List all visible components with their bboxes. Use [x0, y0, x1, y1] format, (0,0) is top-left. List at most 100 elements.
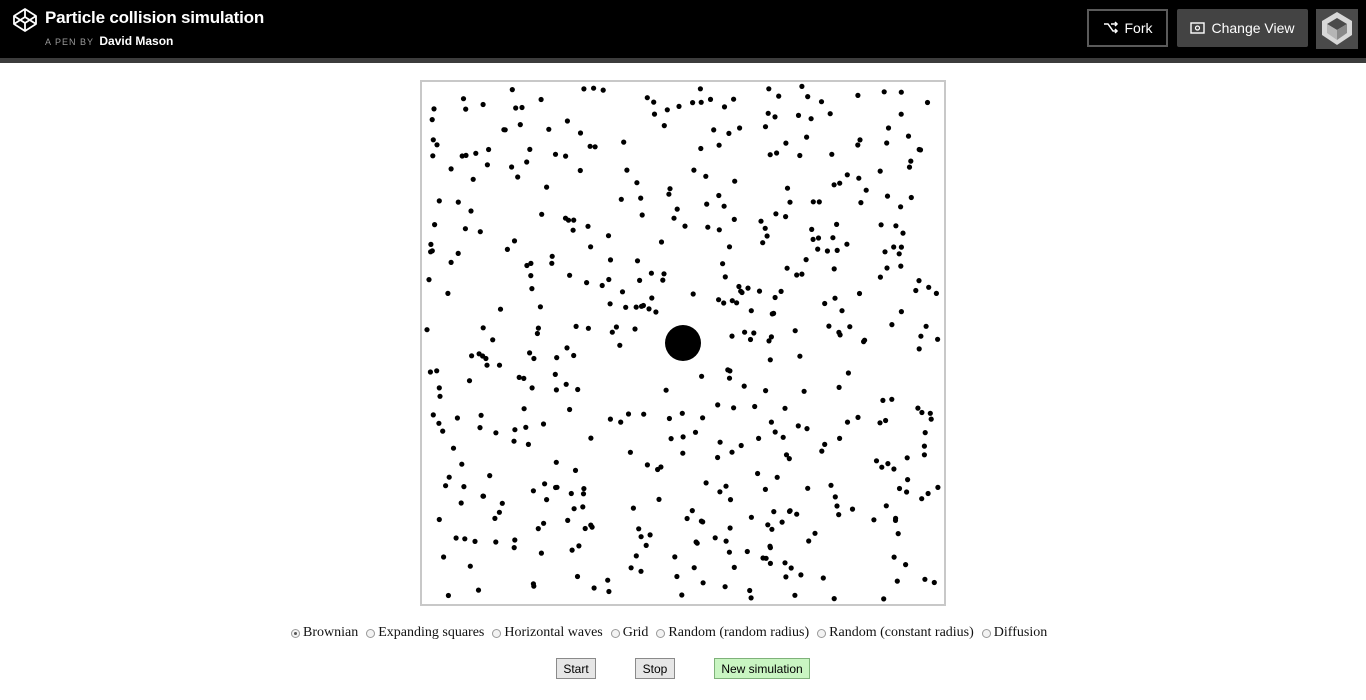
particle: [470, 176, 476, 182]
particle: [896, 251, 902, 257]
particle: [429, 248, 435, 254]
particle: [639, 212, 645, 218]
particle: [933, 290, 939, 296]
particle: [441, 554, 447, 560]
particle: [633, 304, 639, 310]
particle: [836, 384, 842, 390]
particle: [760, 240, 766, 246]
particle: [891, 244, 897, 250]
particle: [509, 164, 515, 170]
header: Particle collision simulation A PEN BY D…: [0, 0, 1366, 63]
particle: [769, 526, 775, 532]
particle: [908, 158, 914, 164]
particle: [467, 563, 473, 569]
stop-button[interactable]: Stop: [635, 658, 675, 679]
particle: [424, 327, 430, 333]
fork-button[interactable]: Fork: [1087, 9, 1168, 47]
particle: [553, 387, 559, 393]
mode-option[interactable]: Brownian: [291, 625, 358, 641]
particle: [871, 517, 877, 523]
change-view-button[interactable]: Change View: [1177, 9, 1308, 47]
pen-title: Particle collision simulation: [45, 8, 265, 27]
particle: [919, 409, 925, 416]
particle: [477, 425, 483, 431]
particle: [591, 85, 597, 91]
particle: [541, 520, 547, 526]
particle: [786, 456, 792, 462]
mode-option[interactable]: Horizontal waves: [492, 625, 603, 641]
particle: [736, 283, 742, 290]
mode-option[interactable]: Random (random radius): [656, 625, 809, 641]
mode-label: Brownian: [303, 625, 359, 640]
particle: [448, 166, 454, 172]
particle: [856, 175, 862, 181]
particle: [748, 308, 754, 314]
particle: [585, 325, 591, 331]
codepen-logo-icon[interactable]: [12, 7, 38, 33]
particle: [587, 143, 593, 149]
particle: [752, 403, 758, 410]
particle: [766, 338, 772, 344]
change-view-label: Change View: [1211, 20, 1295, 36]
mode-option[interactable]: Diffusion: [981, 625, 1047, 641]
particle: [496, 509, 502, 515]
start-button[interactable]: Start: [556, 658, 596, 679]
particle: [717, 489, 723, 495]
particle: [571, 217, 577, 223]
particle: [727, 497, 734, 503]
particle: [644, 462, 650, 468]
mode-radio[interactable]: [610, 628, 620, 638]
particle: [769, 311, 775, 317]
particle: [921, 443, 927, 449]
author-link[interactable]: David Mason: [99, 34, 173, 48]
mode-option[interactable]: Random (constant radius): [817, 625, 974, 641]
particle: [570, 227, 576, 233]
mode-radio[interactable]: [817, 628, 827, 638]
user-avatar[interactable]: [1316, 9, 1358, 49]
particle: [923, 323, 929, 329]
particle: [493, 430, 499, 436]
simulation-canvas[interactable]: [420, 80, 946, 606]
particle: [664, 107, 670, 113]
particle: [511, 238, 518, 244]
particle: [925, 490, 931, 497]
particle: [638, 534, 644, 540]
particle: [839, 308, 845, 314]
particle: [772, 429, 778, 435]
mode-option[interactable]: Grid: [610, 625, 648, 641]
particle: [606, 588, 612, 595]
particle: [809, 226, 815, 232]
particle: [742, 329, 748, 335]
mode-radio[interactable]: [981, 628, 991, 638]
particle: [663, 387, 669, 393]
mode-radio[interactable]: [291, 628, 300, 638]
particle: [656, 496, 662, 502]
particle: [877, 168, 883, 174]
particle: [571, 506, 577, 512]
particle: [916, 146, 922, 153]
particle: [553, 459, 559, 465]
particle: [529, 286, 535, 292]
particle: [655, 466, 661, 473]
particle: [906, 164, 913, 170]
particle: [810, 199, 816, 205]
particle: [766, 86, 772, 92]
particle: [748, 595, 754, 601]
particle: [472, 538, 478, 544]
mode-radio[interactable]: [656, 628, 666, 638]
particle: [772, 114, 778, 120]
mode-radio[interactable]: [366, 628, 376, 638]
mode-option[interactable]: Expanding squares: [366, 625, 484, 641]
particle: [581, 486, 587, 492]
particle: [836, 512, 842, 518]
particle: [765, 522, 771, 528]
particle: [784, 185, 791, 191]
mode-radio[interactable]: [492, 628, 502, 638]
particle: [772, 294, 778, 301]
particle: [837, 180, 843, 186]
particle: [445, 592, 451, 599]
particle: [466, 378, 473, 384]
particle: [499, 500, 505, 506]
particle: [567, 272, 573, 278]
new-simulation-button[interactable]: New simulation: [714, 658, 810, 679]
